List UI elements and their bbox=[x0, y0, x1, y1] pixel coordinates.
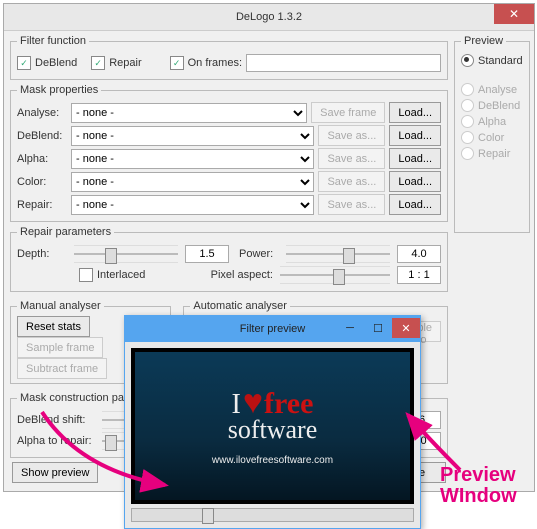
preview-alpha-label: Alpha bbox=[478, 116, 506, 128]
preview-group: Preview Standard Analyse DeBlend Alpha C… bbox=[454, 35, 530, 233]
preview-repair-radio bbox=[461, 147, 474, 160]
subtract-frame-button: Subtract frame bbox=[17, 358, 107, 379]
preview-deblend-label: DeBlend bbox=[478, 100, 520, 112]
mask-legend: Mask properties bbox=[17, 84, 101, 96]
mask-alpha-label: Alpha: bbox=[17, 153, 67, 165]
preview-color-radio bbox=[461, 131, 474, 144]
preview-alpha-radio bbox=[461, 115, 474, 128]
pixel-value[interactable] bbox=[397, 266, 441, 284]
mask-analyse-label: Analyse: bbox=[17, 107, 67, 119]
filter-legend: Filter function bbox=[17, 35, 89, 47]
preview-standard-label: Standard bbox=[478, 55, 523, 67]
interlaced-label: Interlaced bbox=[97, 269, 145, 281]
maximize-icon[interactable]: ☐ bbox=[364, 318, 392, 338]
mask-properties-group: Mask properties Analyse:- none -Save fra… bbox=[10, 84, 448, 222]
mask-repair-select[interactable]: - none - bbox=[71, 195, 314, 215]
deblend-label: DeBlend bbox=[35, 57, 77, 69]
mask-color-label: Color: bbox=[17, 176, 67, 188]
mask-repair-label: Repair: bbox=[17, 199, 67, 211]
filter-function-group: Filter function DeBlend Repair On frames… bbox=[10, 35, 448, 80]
repair-params-group: Repair parameters Depth: Power: Interlac… bbox=[10, 226, 448, 292]
interlaced-checkbox[interactable] bbox=[79, 268, 93, 282]
preview-repair-label: Repair bbox=[478, 148, 510, 160]
preview-titlebar: Filter preview ─ ☐ ✕ bbox=[125, 316, 420, 342]
mask-analyse-select[interactable]: - none - bbox=[71, 103, 307, 123]
pixel-label: Pixel aspect: bbox=[211, 269, 273, 281]
mask-deblend-label: DeBlend: bbox=[17, 130, 67, 142]
pixel-slider[interactable] bbox=[280, 266, 390, 284]
preview-title: Filter preview bbox=[240, 323, 305, 335]
preview-standard-radio[interactable] bbox=[461, 54, 474, 67]
mask-alpha-load[interactable]: Load... bbox=[389, 148, 441, 169]
preview-deblend-radio bbox=[461, 99, 474, 112]
mask-analyse-load[interactable]: Load... bbox=[389, 102, 441, 123]
mask-deblend-load[interactable]: Load... bbox=[389, 125, 441, 146]
manual-legend: Manual analyser bbox=[17, 300, 104, 312]
preview-analyse-radio bbox=[461, 83, 474, 96]
alpha-repair-label: Alpha to repair: bbox=[17, 435, 95, 447]
depth-slider[interactable] bbox=[74, 245, 178, 263]
power-label: Power: bbox=[239, 248, 279, 260]
minimize-icon[interactable]: ─ bbox=[336, 318, 364, 338]
repair-label: Repair bbox=[109, 57, 141, 69]
onframes-label: On frames: bbox=[188, 57, 242, 69]
deblend-checkbox[interactable] bbox=[17, 56, 31, 70]
mask-deblend-save: Save as... bbox=[318, 125, 385, 146]
preview-legend: Preview bbox=[461, 35, 506, 47]
mask-alpha-select[interactable]: - none - bbox=[71, 149, 314, 169]
power-slider[interactable] bbox=[286, 245, 390, 263]
power-value[interactable] bbox=[397, 245, 441, 263]
mask-color-select[interactable]: - none - bbox=[71, 172, 314, 192]
preview-analyse-label: Analyse bbox=[478, 84, 517, 96]
deblend-shift-label: DeBlend shift: bbox=[17, 414, 95, 426]
logo-software: software bbox=[228, 415, 318, 445]
preview-color-label: Color bbox=[478, 132, 504, 144]
onframes-input[interactable] bbox=[246, 54, 441, 72]
mask-repair-save: Save as... bbox=[318, 194, 385, 215]
logo-url: www.ilovefreesoftware.com bbox=[212, 455, 333, 466]
mask-alpha-save: Save as... bbox=[318, 148, 385, 169]
depth-label: Depth: bbox=[17, 248, 67, 260]
seek-slider[interactable] bbox=[131, 508, 414, 522]
mask-analyse-save: Save frame bbox=[311, 102, 385, 123]
titlebar: DeLogo 1.3.2 ✕ bbox=[4, 4, 534, 31]
onframes-checkbox[interactable] bbox=[170, 56, 184, 70]
mask-deblend-select[interactable]: - none - bbox=[71, 126, 314, 146]
filter-preview-window: Filter preview ─ ☐ ✕ I ♥ free software w… bbox=[124, 315, 421, 529]
mask-color-load[interactable]: Load... bbox=[389, 171, 441, 192]
close-icon[interactable]: ✕ bbox=[494, 4, 534, 24]
show-preview-button[interactable]: Show preview bbox=[12, 462, 98, 483]
preview-video: I ♥ free software www.ilovefreesoftware.… bbox=[131, 348, 414, 504]
mask-repair-load[interactable]: Load... bbox=[389, 194, 441, 215]
depth-value[interactable] bbox=[185, 245, 229, 263]
mask-color-save: Save as... bbox=[318, 171, 385, 192]
window-title: DeLogo 1.3.2 bbox=[236, 11, 302, 23]
annotation-preview: PreviewWIndow bbox=[440, 465, 517, 507]
repair-checkbox[interactable] bbox=[91, 56, 105, 70]
sample-frame-button: Sample frame bbox=[17, 337, 103, 358]
auto-legend: Automatic analyser bbox=[190, 300, 290, 312]
reset-stats-button[interactable]: Reset stats bbox=[17, 316, 90, 337]
preview-close-icon[interactable]: ✕ bbox=[392, 318, 420, 338]
repair-legend: Repair parameters bbox=[17, 226, 114, 238]
